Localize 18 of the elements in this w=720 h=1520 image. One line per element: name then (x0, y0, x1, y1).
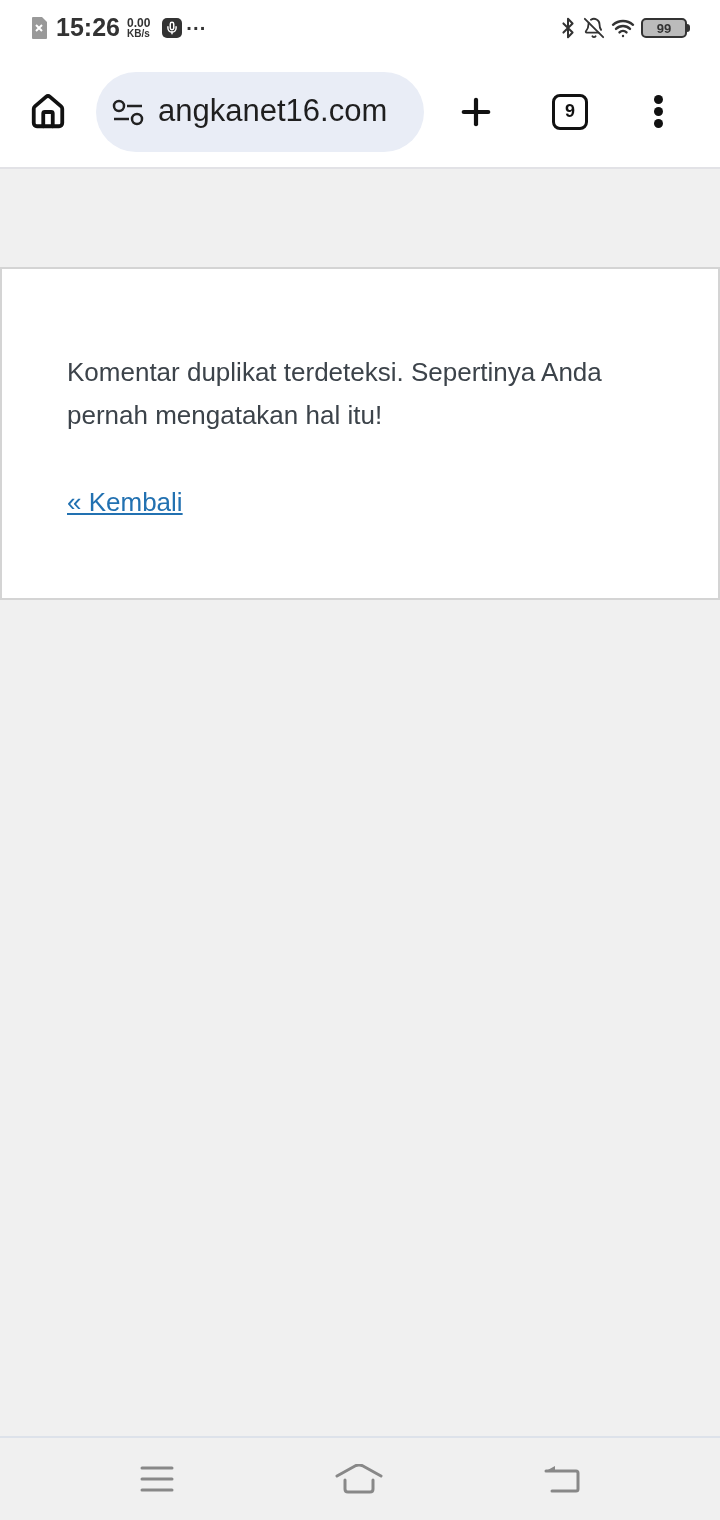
menu-icon[interactable] (140, 1466, 175, 1492)
network-speed: 0.00 (126, 17, 151, 29)
back-link[interactable]: « Kembali (67, 483, 183, 522)
bell-off-icon (583, 17, 605, 39)
more-notifications: ··· (186, 18, 207, 38)
home-icon[interactable] (335, 1464, 383, 1494)
site-settings-icon (112, 97, 144, 126)
clock-time: 15:26 (56, 12, 120, 44)
url-text: angkanet16.com (158, 92, 388, 131)
network-speed-unit: KB/s (126, 29, 151, 39)
sim-card-icon (30, 16, 48, 40)
menu-icon (653, 95, 663, 128)
address-bar[interactable]: angkanet16.com (96, 71, 424, 152)
back-icon[interactable] (543, 1464, 580, 1494)
tab-count-button[interactable]: 9 (552, 93, 588, 130)
error-message: Komentar duplikat terdeteksi. Sepertinya Anda pernah mengatakan hal itu! (67, 356, 603, 432)
battery-level: 99 (641, 18, 687, 38)
home-icon (29, 92, 67, 131)
